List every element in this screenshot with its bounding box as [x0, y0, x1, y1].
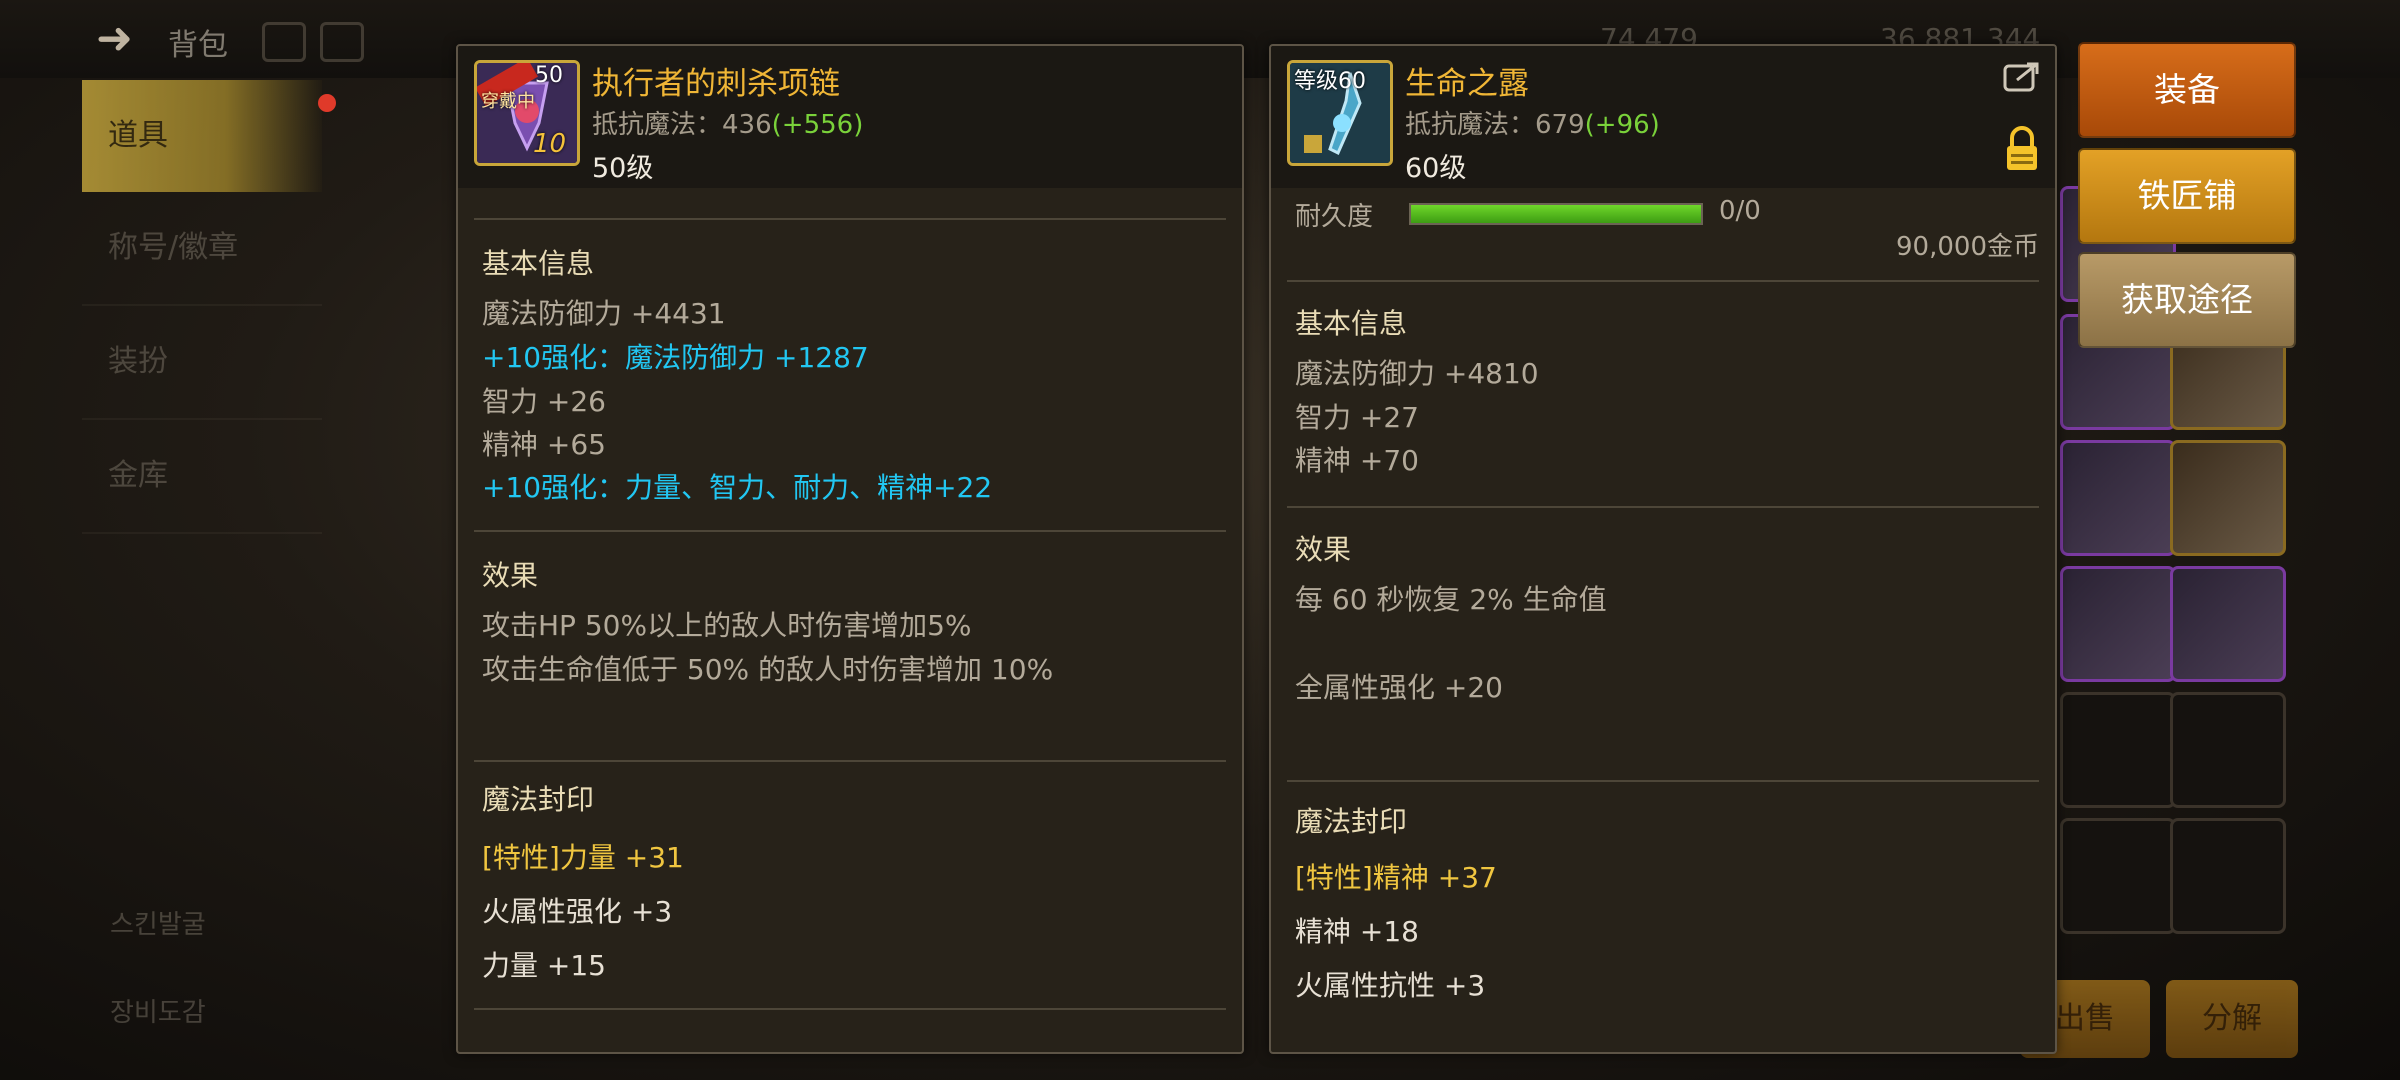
- durability-label: 耐久度: [1295, 202, 1374, 232]
- seal-line: 火属性强化 +3: [482, 895, 673, 928]
- item-name: 生命之露: [1405, 66, 1529, 102]
- divider: [474, 218, 1226, 220]
- sort-icon[interactable]: [320, 22, 364, 62]
- effect-line: 每 60 秒恢复 2% 生命值: [1295, 583, 1607, 616]
- inventory-slot[interactable]: [2170, 440, 2286, 556]
- basic-info-title: 基本信息: [482, 247, 595, 280]
- dew-necklace-icon: 等级60: [1287, 60, 1393, 166]
- inventory-slot[interactable]: [2060, 440, 2176, 556]
- sidebar-item-avatar[interactable]: 装扮: [82, 306, 322, 420]
- seal-line: 火属性抗性 +3: [1295, 969, 1486, 1002]
- divider: [1287, 506, 2039, 508]
- bag-title: 背包: [168, 28, 228, 63]
- seal-line: 精神 +18: [1295, 915, 1419, 948]
- magic-seal-title: 魔法封印: [482, 783, 595, 816]
- enhance-stat-line: +10强化：力量、智力、耐力、精神+22: [482, 471, 993, 504]
- durability-value: 0/0: [1719, 196, 1761, 226]
- effect-line: 全属性强化 +20: [1295, 671, 1503, 704]
- stat-line: 魔法防御力 +4810: [1295, 357, 1539, 390]
- item-name: 执行者的刺杀项链: [592, 66, 840, 102]
- inventory-slot[interactable]: [2060, 692, 2176, 808]
- stat-line: 精神 +70: [1295, 444, 1419, 477]
- basic-info-title: 基本信息: [1295, 307, 1408, 340]
- stat-line: 智力 +27: [1295, 401, 1419, 434]
- seal-trait-line: [特性]精神 +37: [1295, 861, 1497, 894]
- inventory-slot[interactable]: [2060, 566, 2176, 682]
- divider: [474, 760, 1226, 762]
- lock-icon[interactable]: [2005, 126, 2039, 172]
- equip-button[interactable]: 装备: [2078, 42, 2296, 138]
- item-level: 60级: [1405, 153, 1467, 184]
- inventory-slot[interactable]: [2170, 692, 2286, 808]
- item-level-badge: 等级60: [1294, 69, 1366, 94]
- item-header: 等级60 生命之露 抵抗魔法：679(+96) 60级: [1271, 46, 2055, 188]
- effect-title: 效果: [482, 559, 539, 592]
- seal-line: 力量 +15: [482, 949, 606, 982]
- inventory-slot[interactable]: [2170, 566, 2286, 682]
- divider: [474, 1008, 1226, 1010]
- inventory-sidebar: 道具 称号/徽章 装扮 金库: [82, 80, 322, 534]
- magic-resist: 抵抗魔法：436(+556): [592, 110, 864, 140]
- item-header: 50 穿戴中 10 执行者的刺杀项链 抵抗魔法：436(+556) 50级: [458, 46, 1242, 188]
- sidebar-item-vault[interactable]: 金库: [82, 420, 322, 534]
- magic-resist: 抵抗魔法：679(+96): [1405, 110, 1660, 140]
- stat-line: 魔法防御力 +4431: [482, 297, 726, 330]
- equipped-item-tooltip: 50 穿戴中 10 执行者的刺杀项链 抵抗魔法：436(+556) 50级 基本…: [456, 44, 1244, 1054]
- disassemble-button[interactable]: 分解: [2166, 980, 2298, 1058]
- magic-seal-title: 魔法封印: [1295, 805, 1408, 838]
- inventory-slot[interactable]: [2060, 818, 2176, 934]
- inventory-slot[interactable]: [2170, 818, 2286, 934]
- sidebar-item-titles[interactable]: 称号/徽章: [82, 192, 322, 306]
- necklace-icon: 50 穿戴中 10: [474, 60, 580, 166]
- compare-item-tooltip: 等级60 生命之露 抵抗魔法：679(+96) 60级 耐久度 0/0 90,0…: [1269, 44, 2057, 1054]
- effect-line: 攻击HP 50%以上的敌人时伤害增加5%: [482, 609, 972, 642]
- item-level: 50级: [592, 153, 654, 184]
- blacksmith-button[interactable]: 铁匠铺: [2078, 148, 2296, 244]
- durability-fill: [1411, 205, 1701, 223]
- back-arrow-icon[interactable]: ➜: [96, 14, 146, 64]
- equipped-tag: 穿戴中: [481, 91, 535, 112]
- sidebar-item-items[interactable]: 道具: [82, 80, 322, 192]
- help-icon[interactable]: [262, 22, 306, 62]
- notification-dot: [318, 94, 336, 112]
- enhance-badge: 10: [533, 129, 567, 159]
- divider: [1287, 280, 2039, 282]
- stat-line: 智力 +26: [482, 385, 606, 418]
- acquire-route-button[interactable]: 获取途径: [2078, 252, 2296, 348]
- seal-trait-line: [特性]力量 +31: [482, 841, 684, 874]
- divider: [1287, 780, 2039, 782]
- stat-line: 精神 +65: [482, 428, 606, 461]
- effect-title: 效果: [1295, 533, 1352, 566]
- item-level-badge: 50: [535, 63, 563, 88]
- skin-dig-button[interactable]: 스킨발굴: [110, 900, 330, 950]
- enhance-stat-line: +10强化：魔法防御力 +1287: [482, 341, 869, 374]
- equipment-codex-button[interactable]: 장비도감: [110, 988, 330, 1038]
- effect-line: 攻击生命值低于 50% 的敌人时伤害增加 10%: [482, 653, 1054, 686]
- share-icon[interactable]: [2003, 60, 2041, 92]
- durability-bar: [1409, 203, 1703, 225]
- item-price: 90,000金币: [1896, 232, 2039, 262]
- divider: [474, 530, 1226, 532]
